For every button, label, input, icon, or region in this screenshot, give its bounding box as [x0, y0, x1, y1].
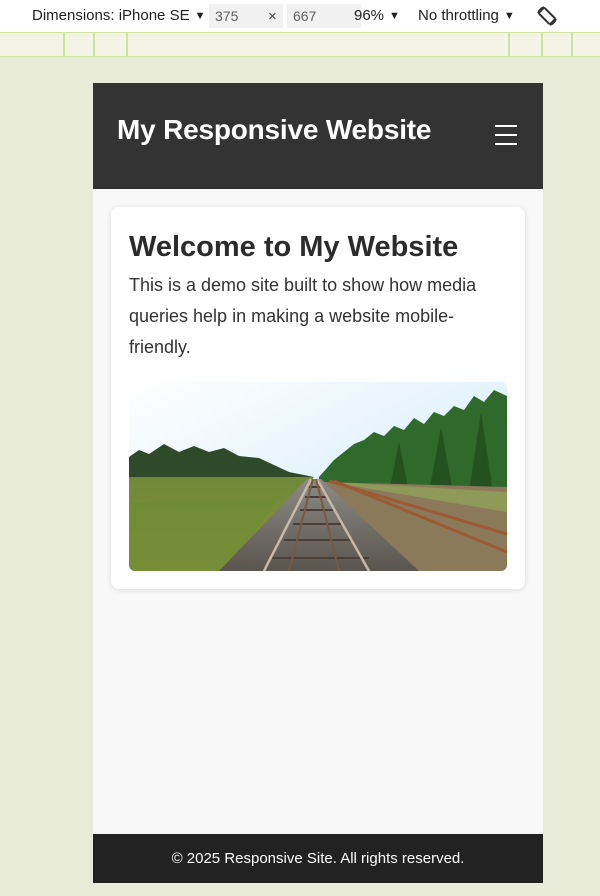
ruler-tick [93, 33, 95, 56]
device-viewport: My Responsive Website Welcome to My Webs… [93, 83, 543, 883]
ruler-tick [126, 33, 128, 56]
ruler-tick [571, 33, 573, 56]
ruler-tick [541, 33, 543, 56]
caret-down-icon: ▼ [194, 9, 206, 22]
dimensions-label: Dimensions: iPhone SE [32, 7, 190, 24]
railway-image [129, 382, 507, 571]
rotate-icon[interactable] [535, 4, 559, 28]
welcome-card: Welcome to My Website This is a demo sit… [111, 207, 525, 589]
times-separator: × [268, 8, 277, 25]
hamburger-icon[interactable] [495, 125, 517, 145]
site-footer: © 2025 Responsive Site. All rights reser… [93, 834, 543, 883]
caret-down-icon: ▼ [389, 9, 400, 22]
site-title: My Responsive Website [117, 114, 432, 145]
caret-down-icon: ▼ [503, 9, 515, 22]
throttling-label: No throttling [418, 7, 499, 24]
ruler-tick [63, 33, 65, 56]
card-heading: Welcome to My Website [129, 231, 459, 263]
zoom-dropdown[interactable]: 96% ▼ [354, 7, 400, 24]
zoom-label: 96% [354, 7, 385, 24]
dimensions-dropdown[interactable]: Dimensions: iPhone SE ▼ [32, 7, 205, 24]
card-text: This is a demo site built to show how me… [129, 275, 477, 357]
device-toolbar: Dimensions: iPhone SE ▼ 375 × 667 96% ▼ … [0, 0, 600, 32]
ruler-tick [508, 33, 510, 56]
media-query-ruler[interactable] [0, 32, 600, 57]
throttling-dropdown[interactable]: No throttling ▼ [418, 7, 515, 24]
site-header: My Responsive Website [93, 83, 543, 189]
height-input[interactable]: 667 [287, 4, 361, 28]
